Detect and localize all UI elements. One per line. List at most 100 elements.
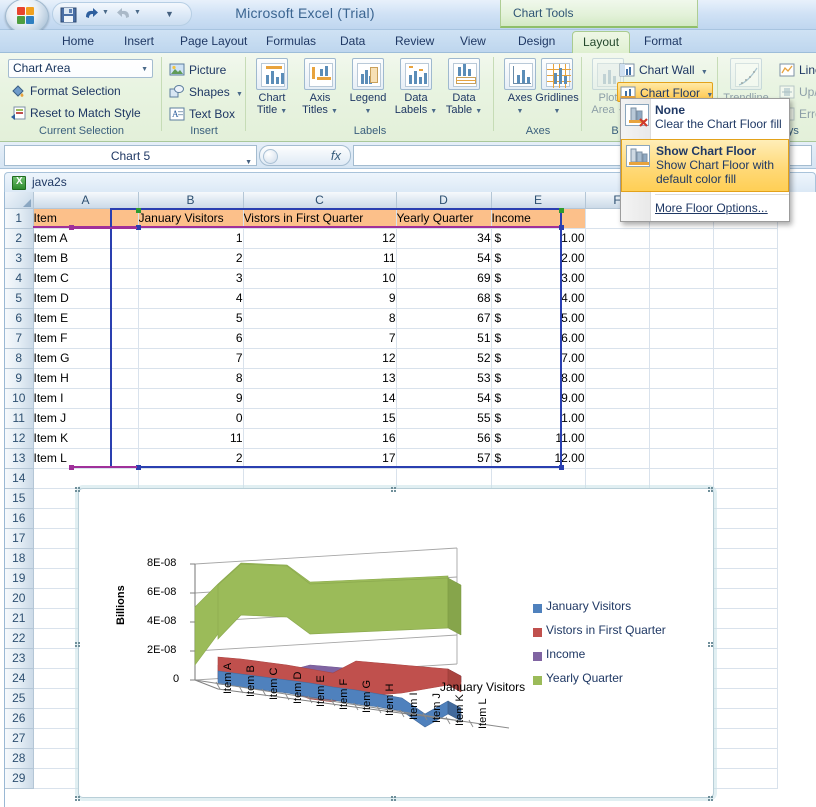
header-cell[interactable]: Item [33,208,139,229]
chevron-down-icon[interactable]: ▼ [236,91,243,98]
table-row[interactable]: 10 Item I 9 14 54 $9.00 [5,388,778,409]
data-table-button[interactable]: Data Table ▼ [441,58,487,118]
grid-cell[interactable]: $1.00 [491,228,586,249]
legend-label[interactable]: Yearly Quarter [546,671,623,685]
lines-button[interactable]: Lines [777,60,816,80]
grid-cell[interactable]: 12 [243,228,397,249]
grid-cell[interactable] [585,308,650,329]
grid-cell[interactable]: Item C [33,268,139,289]
row-header[interactable]: 16 [5,508,34,529]
grid-cell[interactable] [243,468,397,489]
header-cell[interactable]: January Visitors [138,208,244,229]
grid-cell[interactable]: Item L [33,448,139,469]
grid-cell[interactable]: 67 [396,308,492,329]
table-row[interactable]: 5 Item D 4 9 68 $4.00 [5,288,778,309]
selection-handle[interactable] [559,208,564,213]
grid-cell[interactable] [649,388,714,409]
axis-titles-button[interactable]: Axis Titles ▼ [297,58,343,118]
grid-cell[interactable] [649,408,714,429]
grid-cell[interactable]: 14 [243,388,397,409]
grid-cell[interactable]: 0 [138,408,244,429]
chevron-down-icon[interactable]: ▼ [141,66,148,73]
header-cell[interactable]: Vistors in First Quarter [243,208,397,229]
chart-title-button[interactable]: ChartChart TitleTitle ▼ [249,58,295,118]
grid-cell[interactable]: Item K [33,428,139,449]
grid-cell[interactable] [585,388,650,409]
row-header[interactable]: 8 [5,348,34,369]
chevron-down-icon[interactable]: ▼ [245,153,252,173]
grid-cell[interactable]: 54 [396,248,492,269]
table-row[interactable]: 11 Item J 0 15 55 $1.00 [5,408,778,429]
grid-cell[interactable] [713,348,778,369]
grid-cell[interactable] [713,428,778,449]
tab-format[interactable]: Format [634,31,692,53]
selection-handle[interactable] [69,465,74,470]
grid-cell[interactable]: Item B [33,248,139,269]
grid-cell[interactable]: 8 [243,308,397,329]
chevron-down-icon[interactable]: ▼ [554,108,561,115]
grid-cell[interactable] [713,508,778,529]
row-header[interactable]: 13 [5,448,34,469]
grid-cell[interactable]: 15 [243,408,397,429]
insert-shapes-button[interactable]: Shapes ▼ [167,82,243,102]
grid-cell[interactable] [713,728,778,749]
grid-cell[interactable]: 1 [138,228,244,249]
tab-design[interactable]: Design [508,31,565,53]
grid-cell[interactable]: 11 [138,428,244,449]
grid-cell[interactable] [649,428,714,449]
cancel-enter-icon[interactable] [263,149,278,164]
chart-resize-handle-mr[interactable] [708,641,715,647]
grid-cell[interactable]: Item G [33,348,139,369]
row-header[interactable]: 14 [5,468,34,489]
chevron-down-icon[interactable]: ▼ [475,108,482,115]
grid-cell[interactable] [649,248,714,269]
grid-cell[interactable] [713,588,778,609]
chevron-down-icon[interactable]: ▼ [517,108,524,115]
grid-cell[interactable] [649,228,714,249]
selection-handle[interactable] [559,225,564,230]
chevron-down-icon[interactable]: ▼ [331,108,338,115]
grid-cell[interactable]: 3 [138,268,244,289]
grid-cell[interactable] [713,668,778,689]
grid-cell[interactable]: Item J [33,408,139,429]
grid-cell[interactable] [713,408,778,429]
grid-cell[interactable]: $11.00 [491,428,586,449]
grid-cell[interactable]: 9 [138,388,244,409]
grid-cell[interactable] [713,768,778,789]
grid-cell[interactable]: 12 [243,348,397,369]
grid-cell[interactable]: 34 [396,228,492,249]
grid-cell[interactable] [713,648,778,669]
grid-cell[interactable]: 52 [396,348,492,369]
row-header[interactable]: 25 [5,688,34,709]
grid-cell[interactable]: 8 [138,368,244,389]
grid-cell[interactable]: Item E [33,308,139,329]
grid-cell[interactable]: 56 [396,428,492,449]
legend-label[interactable]: Income [546,647,585,661]
grid-cell[interactable] [713,288,778,309]
grid-cell[interactable]: 9 [243,288,397,309]
menu-item-more-floor-options[interactable]: More Floor Options... [621,197,789,221]
row-header[interactable]: 2 [5,228,34,249]
header-cell[interactable]: Income [491,208,586,229]
grid-cell[interactable] [713,568,778,589]
chevron-down-icon[interactable]: ▼ [365,108,372,115]
grid-cell[interactable] [649,288,714,309]
header-cell[interactable]: Yearly Quarter [396,208,492,229]
tab-insert[interactable]: Insert [114,31,164,53]
data-labels-button[interactable]: Data Labels ▼ [393,58,439,118]
row-header[interactable]: 5 [5,288,34,309]
menu-item-show-chart-floor[interactable]: Show Chart Floor Show Chart Floor with d… [621,139,789,192]
chart-object[interactable]: Billions 8E-08 6E-08 4E-08 2E-08 0 Item … [75,486,715,801]
grid-cell[interactable] [649,368,714,389]
grid-cell[interactable] [585,348,650,369]
chart-resize-handle-tc[interactable] [391,486,398,492]
chevron-down-icon[interactable]: ▼ [280,108,287,115]
column-header-d[interactable]: D [396,192,492,209]
chart-resize-handle-bl[interactable] [75,795,82,801]
grid-cell[interactable] [585,248,650,269]
row-header[interactable]: 3 [5,248,34,269]
grid-cell[interactable] [713,448,778,469]
grid-cell[interactable]: Item I [33,388,139,409]
row-header[interactable]: 12 [5,428,34,449]
row-header[interactable]: 29 [5,768,34,789]
